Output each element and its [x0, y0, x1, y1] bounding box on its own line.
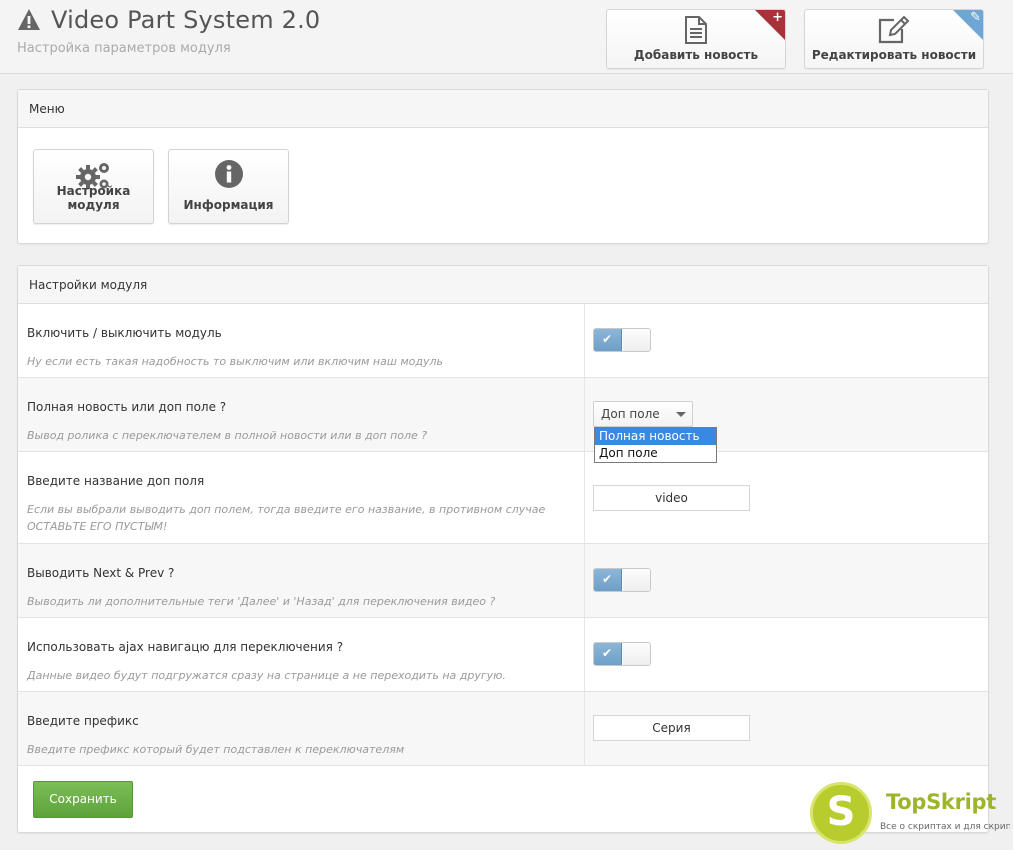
field-name-input[interactable]: video [593, 485, 750, 511]
title-block: Video Part System 2.0 Настройка параметр… [17, 6, 320, 56]
output-location-select[interactable]: Доп поле [593, 401, 693, 427]
edit-news-label: Редактировать новости [811, 48, 977, 62]
watermark-brand: TopSkript [886, 790, 997, 814]
setting-description: Выводить ли дополнительные теги 'Далее' … [27, 595, 496, 608]
information-label: Информация [183, 198, 274, 212]
setting-label: Использовать ajax навигацю для переключе… [27, 640, 344, 654]
edit-news-button[interactable]: ✎ Редактировать новости [804, 9, 984, 69]
setting-label: Выводить Next & Prev ? [27, 566, 175, 580]
setting-label: Включить / выключить модуль [27, 326, 222, 340]
watermark-tagline: Все о скриптах и для скриптов... [880, 822, 1010, 832]
app-subtitle: Настройка параметров модуля [17, 41, 231, 56]
module-settings-button[interactable]: Настройка модуля [33, 149, 154, 224]
setting-label: Полная новость или доп поле ? [27, 400, 227, 414]
settings-panel: Настройки модуля Включить / выключить мо… [17, 265, 989, 833]
setting-row-prefix: Введите префикс Введите префикс который … [18, 692, 988, 766]
dropdown-option-extra-field[interactable]: Доп поле [595, 445, 716, 462]
check-icon: ✔ [602, 646, 613, 660]
setting-row-output-location: Полная новость или доп поле ? Вывод роли… [18, 378, 988, 463]
settings-panel-title: Настройки модуля [18, 266, 988, 304]
setting-row-field-name: Введите название доп поля Если вы выбрал… [18, 452, 988, 544]
prefix-input[interactable]: Серия [593, 715, 750, 741]
setting-description: Введите префикс который будет подставлен… [27, 743, 405, 756]
setting-description: Ну если есть такая надобность то выключи… [27, 355, 444, 368]
page-header: Video Part System 2.0 Настройка параметр… [0, 0, 1013, 74]
select-value: Доп поле [601, 407, 660, 421]
pencil-icon: ✎ [970, 10, 981, 25]
setting-description: Если вы выбрали выводить доп полем, тогд… [27, 503, 546, 533]
setting-label: Введите название доп поля [27, 474, 205, 488]
setting-row-ajax-navigation: Использовать ajax навигацю для переключе… [18, 618, 988, 692]
add-corner-badge: + [755, 10, 785, 40]
topskript-logo: S [810, 782, 872, 844]
plus-icon: + [772, 10, 783, 25]
menu-panel-title: Меню [18, 90, 988, 128]
module-settings-label: Настройка модуля [56, 184, 131, 212]
setting-label: Введите префикс [27, 714, 139, 728]
chevron-down-icon [676, 412, 686, 417]
edit-corner-badge: ✎ [953, 10, 983, 40]
app-title: Video Part System 2.0 [51, 6, 321, 34]
save-button[interactable]: Сохранить [33, 781, 133, 818]
warning-icon [18, 9, 40, 30]
check-icon: ✔ [602, 572, 613, 586]
add-news-button[interactable]: + Добавить новость [606, 9, 786, 69]
output-location-dropdown: Полная новость Доп поле [594, 427, 717, 463]
info-icon [214, 160, 243, 188]
add-news-label: Добавить новость [633, 48, 759, 62]
setting-row-next-prev: Выводить Next & Prev ? Выводить ли допол… [18, 544, 988, 618]
setting-description: Вывод ролика с переключателем в полной н… [27, 429, 428, 442]
setting-description: Данные видео будут подгружатся сразу на … [27, 669, 506, 682]
document-icon [685, 16, 707, 44]
dropdown-option-full-news[interactable]: Полная новость [595, 428, 716, 445]
enable-module-toggle[interactable]: ✔ [593, 328, 651, 352]
setting-row-enable-module: Включить / выключить модуль Ну если есть… [18, 304, 988, 378]
information-button[interactable]: Информация [168, 149, 289, 224]
logo-letter: S [826, 789, 856, 835]
ajax-navigation-toggle[interactable]: ✔ [593, 642, 651, 666]
menu-panel: Меню Настройка модуля Информация [17, 89, 989, 244]
next-prev-toggle[interactable]: ✔ [593, 568, 651, 592]
check-icon: ✔ [602, 332, 613, 346]
edit-icon [878, 15, 910, 44]
